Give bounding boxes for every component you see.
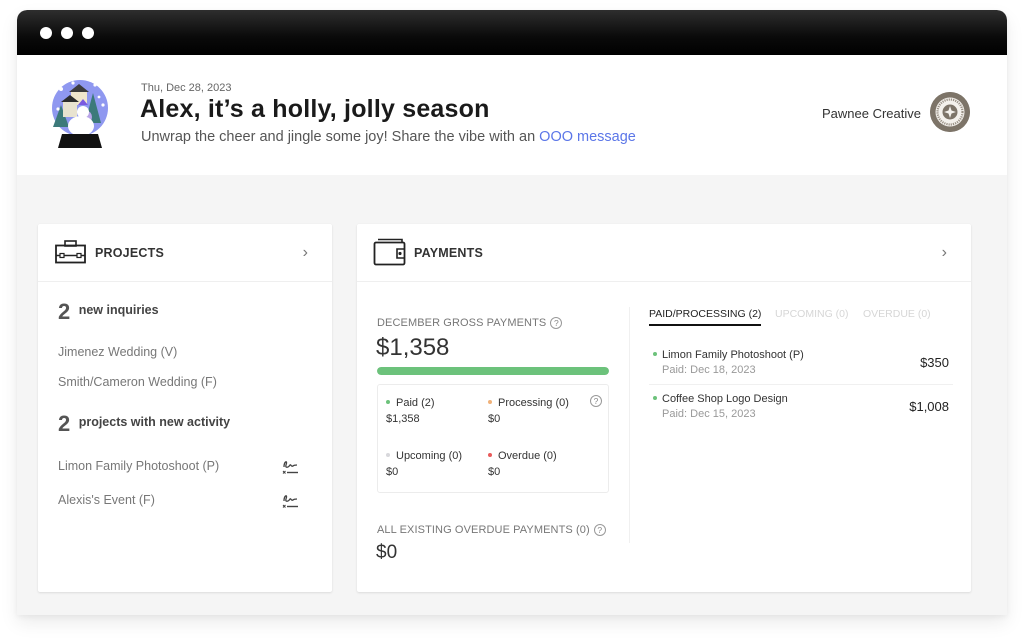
breakdown-value: $0 <box>386 466 399 478</box>
breakdown-paid: Paid (2) $1,358 <box>386 397 435 425</box>
status-dot <box>488 400 492 404</box>
window-control-dot[interactable] <box>40 27 52 39</box>
new-inquiries-heading: 2 new inquiries <box>58 299 159 325</box>
gross-payments-label-text: DECEMBER GROSS PAYMENTS <box>377 317 547 329</box>
new-inquiries-count: 2 <box>58 299 71 324</box>
snow-globe-icon <box>52 80 108 148</box>
tab-upcoming[interactable]: UPCOMING (0) <box>775 308 849 320</box>
breakdown-upcoming: Upcoming (0) $0 <box>386 450 462 478</box>
payments-progress-bar <box>377 367 609 375</box>
overdue-payments-amount: $0 <box>376 542 398 563</box>
breakdown-value: $0 <box>488 413 501 425</box>
tab-paid-processing[interactable]: PAID/PROCESSING (2) <box>649 308 762 326</box>
payment-date: Paid: Dec 18, 2023 <box>662 364 756 376</box>
company-name[interactable]: Pawnee Creative <box>822 106 921 121</box>
projects-card-header[interactable]: PROJECTS › <box>38 224 332 282</box>
inquiry-item[interactable]: Jimenez Wedding (V) <box>58 345 177 359</box>
breakdown-help-icon[interactable]: ? <box>590 395 602 407</box>
window-titlebar <box>17 10 1007 55</box>
payment-date: Paid: Dec 15, 2023 <box>662 408 756 420</box>
payment-amount: $1,008 <box>909 399 949 414</box>
activity-item[interactable]: Alexis's Event (F) <box>58 493 155 507</box>
projects-title: PROJECTS <box>95 246 164 260</box>
breakdown-processing: Processing (0) $0 <box>488 397 569 425</box>
activity-count: 2 <box>58 411 71 436</box>
breakdown-overdue: Overdue (0) $0 <box>488 450 557 478</box>
payment-name: Coffee Shop Logo Design <box>653 393 788 405</box>
row-divider <box>649 384 953 385</box>
help-icon[interactable]: ? <box>550 317 563 329</box>
payment-amount: $350 <box>920 355 949 370</box>
window-control-dot[interactable] <box>82 27 94 39</box>
greeting-title: Alex, it’s a holly, jolly season <box>140 95 490 123</box>
signature-icon[interactable] <box>280 457 300 477</box>
window-control-dot[interactable] <box>61 27 73 39</box>
greeting-subtitle: Unwrap the cheer and jingle some joy! Sh… <box>141 129 636 145</box>
breakdown-label: Paid (2) <box>396 397 435 409</box>
overdue-payments-label: ALL EXISTING OVERDUE PAYMENTS (0)? <box>377 524 606 536</box>
greeting-header: Thu, Dec 28, 2023 Alex, it’s a holly, jo… <box>17 55 1007 175</box>
payment-name-text: Coffee Shop Logo Design <box>662 393 788 405</box>
payment-name: Limon Family Photoshoot (P) <box>653 349 804 361</box>
current-date: Thu, Dec 28, 2023 <box>141 82 232 94</box>
status-dot <box>653 396 657 400</box>
gross-payments-label: DECEMBER GROSS PAYMENTS? <box>377 317 563 329</box>
payment-row[interactable]: Limon Family Photoshoot (P) Paid: Dec 18… <box>649 349 953 392</box>
overdue-payments-label-text: ALL EXISTING OVERDUE PAYMENTS (0) <box>377 524 590 536</box>
ooo-message-link[interactable]: OOO message <box>539 129 636 145</box>
payments-card: PAYMENTS › DECEMBER GROSS PAYMENTS? $1,3… <box>357 224 971 592</box>
status-dot <box>653 352 657 356</box>
payment-row[interactable]: Coffee Shop Logo Design Paid: Dec 15, 20… <box>649 393 953 436</box>
gross-payments-amount: $1,358 <box>376 334 450 361</box>
help-icon[interactable]: ? <box>593 524 606 536</box>
inquiry-item[interactable]: Smith/Cameron Wedding (F) <box>58 375 217 389</box>
new-inquiries-label: new inquiries <box>78 303 159 317</box>
payments-card-header[interactable]: PAYMENTS › <box>357 224 971 282</box>
payments-progress-fill <box>377 367 609 375</box>
wallet-icon <box>373 238 406 266</box>
projects-card: PROJECTS › 2 new inquiries Jimenez Weddi… <box>38 224 332 592</box>
signature-icon[interactable] <box>280 491 300 511</box>
breakdown-value: $0 <box>488 466 501 478</box>
status-dot <box>488 453 492 457</box>
payments-breakdown: ? Paid (2) $1,358 Processing (0) $0 Upco… <box>377 384 609 493</box>
tab-overdue[interactable]: OVERDUE (0) <box>863 308 931 320</box>
breakdown-label: Upcoming (0) <box>396 450 463 462</box>
app-window: Thu, Dec 28, 2023 Alex, it’s a holly, jo… <box>17 10 1007 615</box>
subtitle-text: Unwrap the cheer and jingle some joy! Sh… <box>141 129 540 145</box>
company-seal-logo[interactable] <box>930 92 970 132</box>
breakdown-label: Processing (0) <box>498 397 569 409</box>
breakdown-label: Overdue (0) <box>498 450 557 462</box>
activity-label: projects with new activity <box>78 415 231 429</box>
activity-item[interactable]: Limon Family Photoshoot (P) <box>58 459 219 473</box>
activity-heading: 2 projects with new activity <box>58 411 230 437</box>
payments-chevron-icon[interactable]: › <box>942 244 947 262</box>
status-dot <box>386 400 390 404</box>
column-divider <box>629 307 630 543</box>
projects-chevron-icon[interactable]: › <box>303 244 308 262</box>
payment-name-text: Limon Family Photoshoot (P) <box>662 349 804 361</box>
payments-title: PAYMENTS <box>414 246 483 260</box>
briefcase-icon <box>55 240 86 264</box>
breakdown-value: $1,358 <box>386 413 420 425</box>
status-dot <box>386 453 390 457</box>
